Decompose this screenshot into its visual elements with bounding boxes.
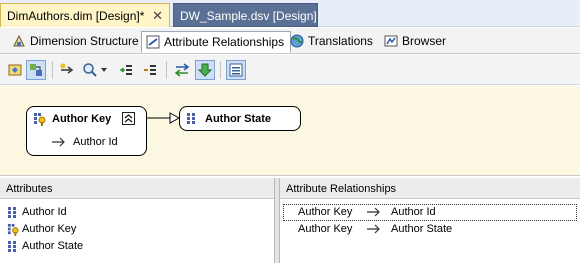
- relationship-arrow-icon: [52, 137, 66, 150]
- key-attribute-icon: [7, 223, 19, 236]
- zoom-button[interactable]: [80, 60, 100, 80]
- attribute-label: Author State: [22, 239, 84, 252]
- tab-browser[interactable]: Browser: [380, 31, 452, 53]
- doc-tab-label: DimAuthors.dim [Design]*: [7, 9, 145, 23]
- close-icon[interactable]: ✕: [152, 8, 163, 24]
- table-row[interactable]: Author Key Author Id: [283, 204, 577, 221]
- relationship-target: Author Id: [391, 206, 436, 218]
- attribute-label: Author Id: [22, 205, 67, 218]
- toggle-relationship-button[interactable]: [172, 60, 192, 80]
- chevron-up-icon: [124, 114, 133, 123]
- expand-all-button[interactable]: [116, 60, 136, 80]
- list-item[interactable]: Author State: [0, 237, 274, 254]
- attributes-pane-header: Attributes: [0, 178, 274, 199]
- relationships-list: Author Key Author Id Author Key Author S…: [280, 199, 580, 238]
- attribute-grid-icon: [186, 112, 198, 128]
- new-relationship-icon: [60, 63, 74, 74]
- node-title: Author State: [205, 113, 271, 125]
- browser-icon: [384, 34, 398, 48]
- node-title: Author Key: [52, 113, 112, 125]
- toolbar-separator: [220, 61, 221, 79]
- tab-label: Browser: [402, 34, 447, 48]
- attribute-grid-icon: [7, 206, 19, 218]
- attributes-list: Author Id Author Key Author State: [0, 199, 274, 254]
- auto-layout-button[interactable]: [26, 60, 46, 80]
- new-relationship-button[interactable]: [57, 60, 77, 80]
- tab-label: Dimension Structure: [30, 34, 139, 48]
- doc-tab-dw-sample[interactable]: DW_Sample.dsv [Design]: [173, 3, 318, 27]
- attribute-grid-icon: [7, 240, 19, 252]
- tab-label: Translations: [308, 34, 373, 48]
- list-item[interactable]: Author Id: [0, 203, 274, 220]
- relationship-connector: [147, 112, 180, 124]
- relationship-arrow-icon: [367, 207, 381, 220]
- dimension-structure-icon: [12, 34, 26, 48]
- designer-tab-strip: Dimension Structure Attribute Relationsh…: [0, 28, 580, 54]
- collapse-icon: [144, 65, 156, 75]
- collapse-all-button[interactable]: [140, 60, 160, 80]
- doc-tab-dimauthors[interactable]: DimAuthors.dim [Design]* ✕: [0, 3, 170, 27]
- toggle-relationship-icon: [174, 63, 190, 77]
- translations-globe-icon: [290, 34, 304, 48]
- relationship-diagram[interactable]: Author Key Author Id Author State: [0, 86, 580, 176]
- list-item[interactable]: Author Key: [0, 220, 274, 237]
- toolbar-separator: [166, 61, 167, 79]
- relationships-pane-header: Attribute Relationships: [280, 178, 580, 199]
- relationship-source: Author Key: [298, 223, 353, 235]
- diagram-node-author-state[interactable]: Author State: [179, 106, 301, 131]
- expand-icon: [120, 65, 132, 75]
- attribute-relationships-pane: Attribute Relationships Author Key Autho…: [279, 178, 580, 263]
- down-arrow-icon: [197, 63, 213, 77]
- zoom-dropdown-button[interactable]: [99, 60, 109, 80]
- tab-translations[interactable]: Translations: [286, 31, 379, 53]
- magnifier-icon: [83, 63, 97, 77]
- tab-label: Attribute Relationships: [164, 35, 285, 49]
- process-icon: [8, 64, 22, 76]
- chevron-down-icon: [101, 68, 107, 72]
- list-view-button[interactable]: [226, 60, 246, 80]
- relationship-target: Author State: [391, 223, 453, 235]
- relationship-arrow-icon: [367, 224, 381, 237]
- process-button[interactable]: [5, 60, 25, 80]
- attributes-pane: Attributes Author Id Author Key Author S…: [0, 178, 275, 263]
- attribute-label: Author Key: [22, 222, 77, 235]
- relationship-source: Author Key: [298, 206, 353, 218]
- tab-attribute-relationships[interactable]: Attribute Relationships: [141, 31, 292, 53]
- auto-layout-icon: [30, 64, 42, 76]
- document-tab-strip: DimAuthors.dim [Design]* ✕ DW_Sample.dsv…: [0, 0, 580, 27]
- attribute-relationships-icon: [146, 35, 160, 49]
- key-attribute-icon: [33, 112, 47, 129]
- show-dependencies-button[interactable]: [195, 60, 215, 80]
- toolbar-separator: [52, 61, 53, 79]
- table-row[interactable]: Author Key Author State: [280, 221, 580, 238]
- collapse-node-button[interactable]: [122, 112, 135, 125]
- diagram-node-author-key[interactable]: Author Key Author Id: [26, 106, 147, 156]
- designer-toolbar: [0, 55, 580, 85]
- node-child-attribute: Author Id: [73, 136, 118, 148]
- list-view-icon: [229, 63, 243, 77]
- doc-tab-label: DW_Sample.dsv [Design]: [180, 9, 317, 23]
- tab-dimension-structure[interactable]: Dimension Structure: [8, 31, 145, 53]
